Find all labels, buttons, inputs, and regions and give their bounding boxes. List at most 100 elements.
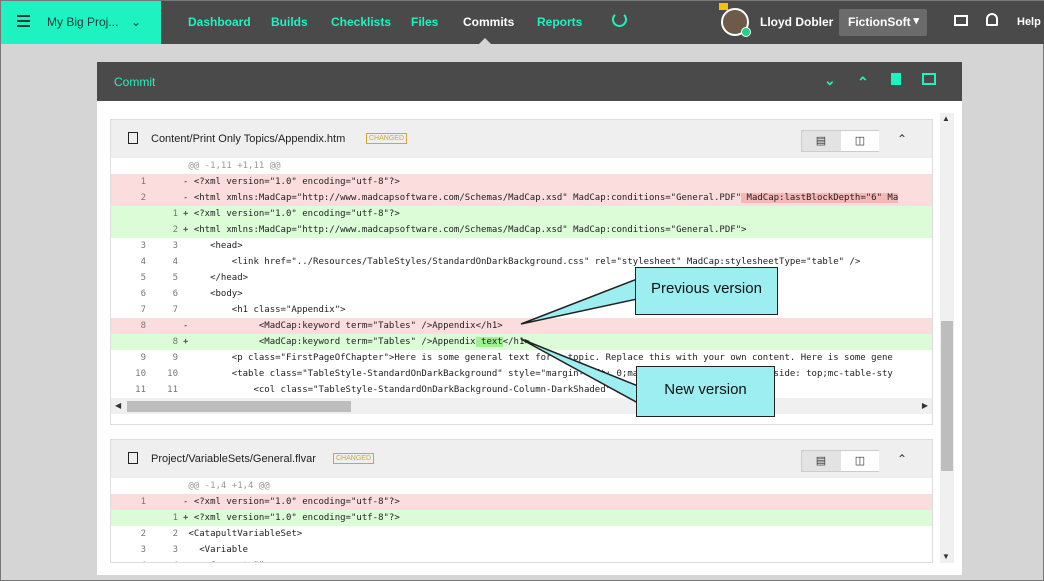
help-link[interactable]: Help	[1017, 16, 1041, 28]
diff-line: 5 5 </head>	[111, 270, 932, 286]
nav-dashboard[interactable]: Dashboard	[188, 15, 251, 29]
diff-lines: @@ -1,4 +1,4 @@ 1- <?xml version="1.0" en…	[111, 478, 932, 562]
unified-view-button[interactable]: ▤	[802, 451, 840, 471]
old-line-number: 4	[140, 257, 146, 267]
project-name: My Big Proj...	[47, 15, 119, 29]
callout-previous-version: Previous version	[635, 267, 778, 315]
refresh-icon[interactable]	[612, 12, 627, 27]
user-name[interactable]: Lloyd Dobler	[760, 15, 833, 29]
old-line-number: 10	[135, 369, 146, 379]
code-text: @@ -1,11 +1,11 @@	[188, 161, 281, 171]
project-selector[interactable]: My Big Proj... ⌄	[1, 1, 161, 44]
split-view-icon[interactable]	[922, 73, 936, 85]
new-line-number: 4	[146, 558, 178, 562]
code-text: <head>	[188, 241, 243, 251]
diff-code: <body>	[181, 286, 932, 302]
diff-line: @@ -1,4 +1,4 @@	[111, 478, 932, 494]
new-line-number: 1	[172, 513, 178, 523]
diff-code: - <MadCap:keyword term="Tables" />Append…	[181, 318, 932, 334]
diff-code: + <?xml version="1.0" encoding="utf-8"?>	[181, 510, 932, 526]
mail-icon[interactable]	[954, 15, 968, 26]
file-path: Project/VariableSets/General.flvar	[151, 453, 316, 465]
old-line-number: 7	[140, 305, 146, 315]
old-line-number: 3	[140, 241, 146, 251]
old-line-number: 9	[140, 353, 146, 363]
status-badge: CHANGED	[333, 453, 375, 464]
scroll-right-icon[interactable]: ▶	[922, 401, 928, 410]
old-line-number: 1	[140, 497, 146, 507]
collapse-icon[interactable]: ⌃	[897, 132, 907, 146]
new-line-number: 3	[172, 241, 178, 251]
code-text: <?xml version="1.0" encoding="utf-8"?>	[193, 497, 400, 507]
new-line-number: 11	[167, 385, 178, 395]
diff-code: <Variable	[181, 542, 932, 558]
nav-commits[interactable]: Commits	[463, 15, 514, 29]
diff-code: <p class="FirstPageOfChapter">Here is so…	[181, 350, 932, 366]
expand-all-icon[interactable]: ⌄	[824, 72, 836, 89]
scroll-down-icon[interactable]: ▼	[942, 552, 950, 561]
diff-line: 44 Comment=""	[111, 558, 932, 562]
new-line-number: 7	[172, 305, 178, 315]
old-line-number: 11	[135, 385, 146, 395]
code-text: <CatapultVariableSet>	[188, 529, 303, 539]
scroll-left-icon[interactable]: ◀	[115, 401, 121, 410]
diff-code: <h1 class="Appendix">	[181, 302, 932, 318]
vertical-scrollbar[interactable]: ▲ ▼	[940, 113, 954, 563]
diff-code: + <MadCap:keyword term="Tables" />Append…	[181, 334, 932, 350]
scroll-thumb[interactable]	[941, 321, 953, 471]
file-header[interactable]: Content/Print Only Topics/Appendix.htm C…	[111, 120, 932, 158]
nav-builds[interactable]: Builds	[271, 15, 308, 29]
code-text: <MadCap:keyword term="Tables" />Appendix…	[193, 321, 503, 331]
bell-icon[interactable]	[986, 13, 998, 26]
split-view-button[interactable]: ◫	[841, 131, 879, 151]
new-line-number: 1	[172, 209, 178, 219]
chevron-down-icon[interactable]: ⌄	[131, 15, 141, 29]
nav-files[interactable]: Files	[411, 15, 438, 29]
old-line-number: 2	[140, 529, 146, 539]
diff-line: @@ -1,11 +1,11 @@	[111, 158, 932, 174]
file-icon	[128, 132, 138, 144]
diff-code: - <?xml version="1.0" encoding="utf-8"?>	[181, 494, 932, 510]
diff-code: + <?xml version="1.0" encoding="utf-8"?>	[181, 206, 932, 222]
nav-reports[interactable]: Reports	[537, 15, 582, 29]
code-text: <html xmlns:MadCap="http://www.madcapsof…	[193, 225, 747, 235]
diff-line: 4 4 <link href="../Resources/TableStyles/…	[111, 254, 932, 270]
new-line-number: 4	[172, 257, 178, 267]
diff-line: 3 3 <head>	[111, 238, 932, 254]
diff-code: @@ -1,11 +1,11 @@	[181, 158, 932, 174]
diff-lines: @@ -1,11 +1,11 @@ 1 - <?xml version="1.0" …	[111, 158, 932, 398]
diff-line: 1 - <?xml version="1.0" encoding="utf-8"?…	[111, 494, 932, 510]
collapse-all-icon[interactable]: ⌃	[857, 74, 869, 91]
unified-view-button[interactable]: ▤	[802, 131, 840, 151]
diff-code: Comment=""	[181, 558, 932, 562]
code-text: <table class="TableStyle-StandardOnDarkB…	[188, 369, 893, 379]
crown-icon	[719, 3, 728, 10]
collapse-icon[interactable]: ⌃	[897, 452, 907, 466]
scroll-up-icon[interactable]: ▲	[942, 114, 950, 123]
file-diff-2: Project/VariableSets/General.flvar CHANG…	[110, 439, 933, 563]
file-path: Content/Print Only Topics/Appendix.htm	[151, 133, 346, 145]
code-text: <?xml version="1.0" encoding="utf-8"?>	[193, 209, 400, 219]
org-selector[interactable]: FictionSoft ▾	[839, 9, 927, 36]
code-text: <col class="TableStyle-StandardOnDarkBac…	[188, 385, 628, 395]
file-icon	[128, 452, 138, 464]
commit-header: Commit ⌄ ⌃	[97, 62, 962, 101]
old-line-number: 3	[140, 545, 146, 555]
diff-line: 7 7 <h1 class="Appendix">	[111, 302, 932, 318]
diff-code: <CatapultVariableSet>	[181, 526, 932, 542]
avatar[interactable]	[719, 3, 751, 37]
horizontal-scrollbar[interactable]: ◀ ▶	[111, 398, 932, 414]
nav-checklists[interactable]: Checklists	[331, 15, 391, 29]
code-text: <link href="../Resources/TableStyles/Sta…	[188, 257, 861, 267]
hamburger-icon[interactable]	[17, 15, 30, 29]
file-header[interactable]: Project/VariableSets/General.flvar CHANG…	[111, 440, 932, 478]
scroll-thumb[interactable]	[127, 401, 351, 412]
split-view-button[interactable]: ◫	[841, 451, 879, 471]
old-line-number: 2	[140, 193, 146, 203]
changed-text-highlight: MadCap:lastBlockDepth="6" Ma	[741, 193, 899, 203]
unified-view-icon[interactable]	[891, 73, 901, 85]
old-line-number: 5	[140, 273, 146, 283]
diff-code: + <html xmlns:MadCap="http://www.madcaps…	[181, 222, 932, 238]
diff-line: 1 + <?xml version="1.0" encoding="utf-8"?…	[111, 206, 932, 222]
diff-line: 6 6 <body>	[111, 286, 932, 302]
